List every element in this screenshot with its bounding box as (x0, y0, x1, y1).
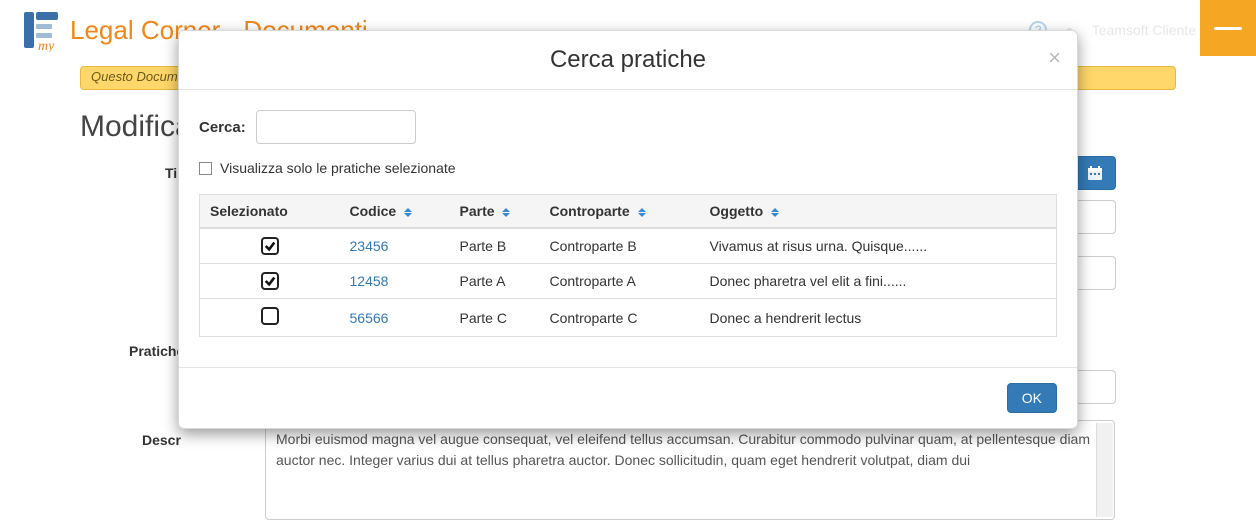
modal-footer: OK (179, 367, 1077, 428)
search-input[interactable] (256, 110, 416, 144)
row-checkbox[interactable] (261, 272, 279, 290)
table-row: 56566 Parte CControparte CDonec a hendrer… (200, 299, 1057, 337)
col-parte-label: Parte (460, 203, 495, 219)
cell-select (200, 228, 340, 264)
cell-select (200, 299, 340, 337)
cell-parte: Parte B (450, 228, 540, 264)
search-label: Cerca: (199, 119, 246, 136)
col-codice[interactable]: Codice (340, 195, 450, 229)
col-oggetto-label: Oggetto (710, 203, 764, 219)
modal-body: Cerca: Visualizza solo le pratiche selez… (179, 90, 1077, 367)
filter-label: Visualizza solo le pratiche selezionate (220, 160, 456, 176)
ok-button[interactable]: OK (1007, 383, 1057, 413)
cell-controparte: Controparte A (540, 264, 700, 299)
cell-oggetto: Vivamus at risus urna. Quisque...... (700, 228, 1057, 264)
cell-codice: 23456 (340, 228, 450, 264)
cell-parte: Parte A (450, 264, 540, 299)
filter-checkbox[interactable] (199, 162, 212, 175)
table-row: 12458 Parte AControparte ADonec pharetra … (200, 264, 1057, 299)
table-row: 23456 Parte BControparte BVivamus at risu… (200, 228, 1057, 264)
codice-link[interactable]: 12458 (350, 273, 389, 289)
row-checkbox[interactable] (261, 307, 279, 325)
search-row: Cerca: (199, 110, 1057, 144)
col-selezionato[interactable]: Selezionato (200, 195, 340, 229)
cell-controparte: Controparte B (540, 228, 700, 264)
search-modal: × Cerca pratiche Cerca: Visualizza solo … (178, 30, 1078, 429)
modal-header: × Cerca pratiche (179, 31, 1077, 90)
results-table: Selezionato Codice Parte Controparte (199, 194, 1057, 337)
sort-icon (502, 208, 510, 217)
col-parte[interactable]: Parte (450, 195, 540, 229)
sort-icon (404, 208, 412, 217)
cell-codice: 56566 (340, 299, 450, 337)
cell-oggetto: Donec pharetra vel elit a fini...... (700, 264, 1057, 299)
modal-title: Cerca pratiche (199, 46, 1057, 74)
col-controparte-label: Controparte (550, 203, 630, 219)
col-controparte[interactable]: Controparte (540, 195, 700, 229)
cell-oggetto: Donec a hendrerit lectus (700, 299, 1057, 337)
codice-link[interactable]: 56566 (350, 310, 389, 326)
col-codice-label: Codice (350, 203, 397, 219)
close-button[interactable]: × (1048, 45, 1061, 71)
col-selezionato-label: Selezionato (210, 203, 288, 219)
filter-row: Visualizza solo le pratiche selezionate (199, 160, 1057, 176)
col-oggetto[interactable]: Oggetto (700, 195, 1057, 229)
row-checkbox[interactable] (261, 237, 279, 255)
cell-controparte: Controparte C (540, 299, 700, 337)
table-header-row: Selezionato Codice Parte Controparte (200, 195, 1057, 229)
codice-link[interactable]: 23456 (350, 238, 389, 254)
cell-select (200, 264, 340, 299)
cell-parte: Parte C (450, 299, 540, 337)
close-icon: × (1048, 45, 1061, 70)
sort-icon (771, 208, 779, 217)
sort-icon (638, 208, 646, 217)
cell-codice: 12458 (340, 264, 450, 299)
